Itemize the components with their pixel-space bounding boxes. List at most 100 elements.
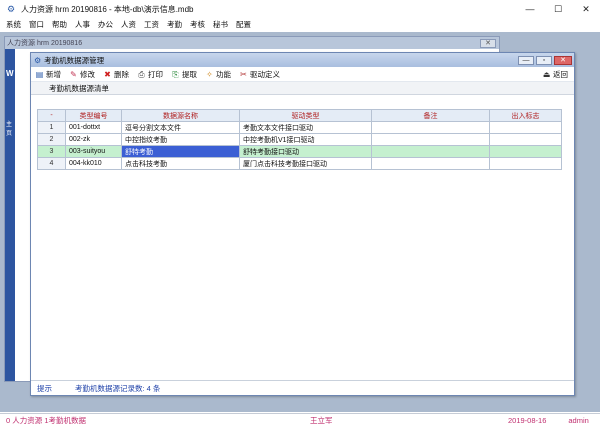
- table-header-row: - 类型编号 数据源名称 驱动类型 备注 出入标志: [37, 109, 562, 122]
- row-number[interactable]: 4: [37, 157, 66, 170]
- status-module: 0 人力资源 1考勤机数据: [6, 415, 87, 425]
- edit-label: 修改: [80, 69, 95, 79]
- wrench-icon: ✂: [240, 69, 247, 79]
- window-controls: — ☐ ✕: [516, 0, 600, 18]
- row-number[interactable]: 1: [37, 121, 66, 134]
- outer-left-letter: W: [6, 69, 14, 78]
- cell-note[interactable]: [371, 157, 490, 170]
- new-label: 新增: [46, 69, 61, 79]
- cell-note[interactable]: [371, 121, 490, 134]
- cell-note[interactable]: [371, 145, 490, 158]
- cell-datasource-name-current[interactable]: 舒特考勤: [121, 145, 240, 158]
- menu-hr[interactable]: 人资: [121, 19, 136, 30]
- minimize-button[interactable]: —: [516, 0, 544, 18]
- table-row-selected[interactable]: 3 003-suityou 舒特考勤 舒特考勤接口驱动: [37, 145, 562, 158]
- function-label: 功能: [216, 69, 231, 79]
- new-icon: ▤: [35, 69, 44, 79]
- cell-datasource-name[interactable]: 逗号分割文本文件: [121, 121, 240, 134]
- print-label: 打印: [148, 69, 163, 79]
- print-button[interactable]: ⎙ 打印: [137, 69, 163, 80]
- menubar: 系统 窗口 帮助 人事 办公 人资 工资 考勤 考核 秘书 配置: [0, 18, 600, 31]
- datasource-window: ⚙ 考勤机数据源管理 — ▫ ✕ ▤ 新增 ✎ 修改 ✖ 删除 ⎙ 打印 ⎘ 提…: [30, 52, 575, 396]
- function-icon: ✧: [206, 69, 213, 79]
- cell-driver-type[interactable]: 考勤文本文件接口驱动: [239, 121, 372, 134]
- menu-help[interactable]: 帮助: [52, 19, 67, 30]
- status-hint: 提示: [37, 383, 52, 393]
- panel-title: 考勤机数据源清单: [31, 82, 574, 95]
- cell-type-code[interactable]: 001-dottxt: [65, 121, 122, 134]
- inner-close-button[interactable]: ✕: [554, 55, 572, 65]
- back-button[interactable]: ⏏ 返回: [542, 69, 568, 80]
- datasource-table: - 类型编号 数据源名称 驱动类型 备注 出入标志 1 001-dottxt 逗…: [37, 109, 562, 170]
- menu-assessment[interactable]: 考核: [190, 19, 205, 30]
- menu-window[interactable]: 窗口: [29, 19, 44, 30]
- window-icon: ⚙: [34, 55, 42, 65]
- datasource-window-titlebar: ⚙ 考勤机数据源管理 — ▫ ✕: [31, 53, 574, 67]
- status-user: 王立军: [310, 415, 333, 425]
- inner-minimize-button[interactable]: —: [518, 55, 534, 65]
- menu-salary[interactable]: 工资: [144, 19, 159, 30]
- header-corner[interactable]: -: [37, 109, 66, 122]
- cell-driver-type[interactable]: 厦门点击科技考勤接口驱动: [239, 157, 372, 170]
- cell-datasource-name[interactable]: 中控指纹考勤: [121, 133, 240, 146]
- cell-inout-flag[interactable]: [489, 133, 562, 146]
- extract-label: 提取: [182, 69, 197, 79]
- extract-button[interactable]: ⎘ 提取: [171, 69, 197, 80]
- print-icon: ⎙: [138, 69, 145, 79]
- edit-button[interactable]: ✎ 修改: [69, 69, 95, 80]
- mdi-workspace: 人力资源 hrm 20190816 ✕ W 主页 ⚙ 考勤机数据源管理 — ▫ …: [0, 32, 600, 412]
- header-type-code[interactable]: 类型编号: [65, 109, 122, 122]
- menu-office[interactable]: 办公: [98, 19, 113, 30]
- function-button[interactable]: ✧ 功能: [205, 69, 231, 80]
- app-title: 人力资源 hrm 20190816 - 本地-db\演示信息.mdb: [21, 4, 194, 14]
- menu-system[interactable]: 系统: [6, 19, 21, 30]
- driver-definition-label: 驱动定义: [250, 69, 280, 79]
- outer-window-title: 人力资源 hrm 20190816: [7, 40, 83, 47]
- menu-config[interactable]: 配置: [236, 19, 251, 30]
- header-driver-type[interactable]: 驱动类型: [239, 109, 372, 122]
- back-label: 返回: [553, 69, 568, 79]
- cell-note[interactable]: [371, 133, 490, 146]
- cell-inout-flag[interactable]: [489, 157, 562, 170]
- cell-type-code[interactable]: 003-suityou: [65, 145, 122, 158]
- row-number[interactable]: 3: [37, 145, 66, 158]
- delete-label: 删除: [114, 69, 129, 79]
- outer-left-label: 主页: [6, 122, 13, 137]
- cell-inout-flag[interactable]: [489, 121, 562, 134]
- close-button[interactable]: ✕: [572, 0, 600, 18]
- cell-driver-type[interactable]: 舒特考勤接口驱动: [239, 145, 372, 158]
- row-number[interactable]: 2: [37, 133, 66, 146]
- toolbar: ▤ 新增 ✎ 修改 ✖ 删除 ⎙ 打印 ⎘ 提取 ✧ 功能 ✂ 驱动定义 ⏏ 返…: [31, 67, 574, 82]
- table-row[interactable]: 1 001-dottxt 逗号分割文本文件 考勤文本文件接口驱动: [37, 121, 562, 134]
- app-titlebar: ⚙ 人力资源 hrm 20190816 - 本地-db\演示信息.mdb — ☐…: [0, 0, 600, 18]
- app-icon: ⚙: [6, 4, 16, 14]
- delete-icon: ✖: [104, 69, 111, 79]
- header-inout-flag[interactable]: 出入标志: [489, 109, 562, 122]
- cell-driver-type[interactable]: 中控考勤机V1接口驱动: [239, 133, 372, 146]
- driver-definition-button[interactable]: ✂ 驱动定义: [239, 69, 280, 80]
- header-note[interactable]: 备注: [371, 109, 490, 122]
- cell-datasource-name[interactable]: 点击科技考勤: [121, 157, 240, 170]
- cell-type-code[interactable]: 004-kk010: [65, 157, 122, 170]
- extract-icon: ⎘: [172, 69, 179, 79]
- cell-inout-flag[interactable]: [489, 145, 562, 158]
- back-icon: ⏏: [542, 69, 551, 79]
- menu-personnel[interactable]: 人事: [75, 19, 90, 30]
- menu-secretary[interactable]: 秘书: [213, 19, 228, 30]
- record-status-bar: 提示 考勤机数据源记录数: 4 条: [31, 380, 574, 395]
- inner-restore-button[interactable]: ▫: [536, 55, 552, 65]
- menu-attendance[interactable]: 考勤: [167, 19, 182, 30]
- outer-window-titlebar: 人力资源 hrm 20190816 ✕: [5, 37, 499, 49]
- header-datasource-name[interactable]: 数据源名称: [121, 109, 240, 122]
- delete-button[interactable]: ✖ 删除: [103, 69, 129, 80]
- edit-icon: ✎: [70, 69, 77, 79]
- new-button[interactable]: ▤ 新增: [35, 69, 61, 80]
- status-date: 2019-08-16: [508, 415, 547, 425]
- table-row[interactable]: 2 002-zk 中控指纹考勤 中控考勤机V1接口驱动: [37, 133, 562, 146]
- outer-close-button[interactable]: ✕: [480, 38, 496, 48]
- datasource-window-title: 考勤机数据源管理: [44, 55, 105, 65]
- cell-type-code[interactable]: 002-zk: [65, 133, 122, 146]
- status-role: admin: [568, 415, 589, 425]
- maximize-button[interactable]: ☐: [544, 0, 572, 18]
- table-row[interactable]: 4 004-kk010 点击科技考勤 厦门点击科技考勤接口驱动: [37, 157, 562, 170]
